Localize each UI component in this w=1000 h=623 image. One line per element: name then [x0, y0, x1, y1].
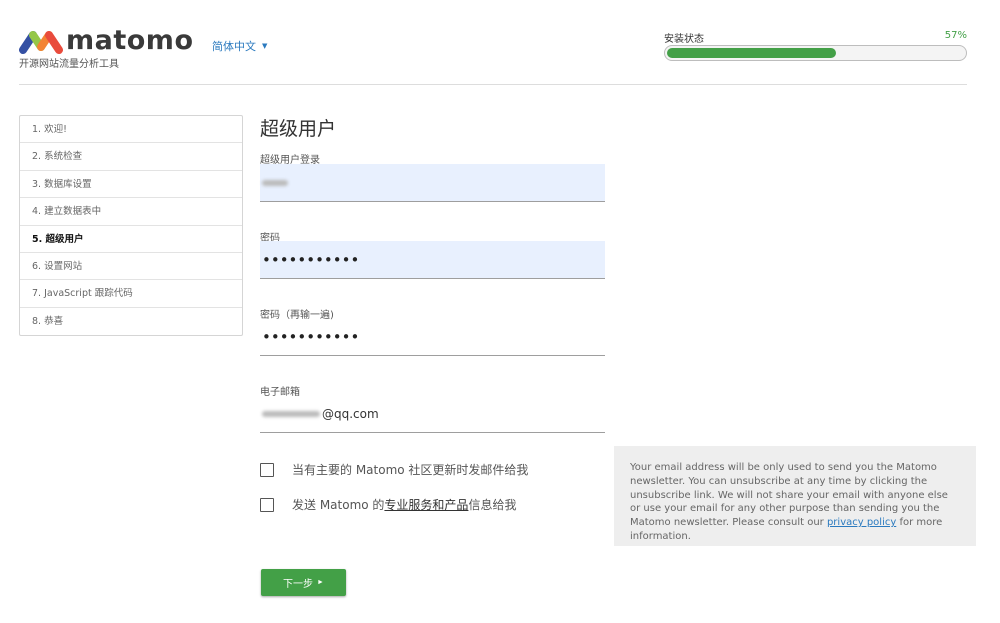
arrow-right-icon: ►: [317, 579, 324, 586]
redacted-login-value: [262, 179, 288, 186]
install-step-8: 8. 恭喜: [32, 315, 64, 327]
language-label: 简体中文: [212, 40, 256, 53]
install-step-1: 1. 欢迎!: [20, 116, 242, 144]
progress-percent: 57%: [944, 30, 967, 41]
progress-bar: [664, 45, 967, 61]
email-domain: @qq.com: [322, 406, 379, 421]
email-input[interactable]: @qq.com: [260, 395, 605, 433]
password-value: •••••••••••: [262, 250, 360, 269]
install-step-7: 7. JavaScript 跟踪代码: [20, 280, 242, 308]
install-step-5: 5. 超级用户: [20, 226, 242, 253]
install-steps-list: 1. 欢迎! 2. 系统检查 3. 数据库设置 4. 建立数据表中 5. 超级用户 6. …: [19, 115, 243, 337]
matomo-logo: matomo: [19, 25, 194, 56]
install-step-6: 6. 设置网站: [20, 253, 242, 281]
redacted-email-local: [262, 410, 320, 417]
brand-tagline: 开源网站流量分析工具: [19, 59, 119, 70]
next-button-label: 下一步: [283, 579, 314, 590]
password-repeat-value: •••••••••••: [262, 327, 360, 346]
brand-name: matomo: [66, 25, 194, 56]
install-step-3: 3. 数据库设置: [20, 171, 242, 199]
page-title: 超级用户: [260, 118, 337, 140]
chevron-down-icon: ▼: [262, 42, 268, 50]
services-option[interactable]: 发送 Matomo 的 专业服务和产品 信息给我: [260, 496, 516, 513]
installer-page: matomo 开源网站流量分析工具 简体中文 ▼ 安装状态 57% 1. 欢迎!…: [0, 0, 1000, 623]
services-checkbox[interactable]: [260, 497, 274, 512]
next-button[interactable]: 下一步 ►: [261, 569, 346, 596]
privacy-notice: Your email address will be only used to …: [614, 446, 976, 546]
progress-bar-fill: [667, 48, 837, 58]
services-label-suffix: 信息给我: [468, 498, 517, 512]
privacy-policy-link[interactable]: privacy policy: [827, 517, 896, 528]
password-input[interactable]: •••••••••••: [260, 241, 605, 279]
newsletter-option[interactable]: 当有主要的 Matomo 社区更新时发邮件给我: [260, 461, 528, 478]
newsletter-checkbox-label: 当有主要的 Matomo 社区更新时发邮件给我: [292, 463, 529, 477]
password-repeat-input[interactable]: •••••••••••: [260, 318, 605, 356]
login-input[interactable]: [260, 164, 605, 202]
install-step-2: 2. 系统检查: [20, 143, 242, 171]
services-link[interactable]: 专业服务和产品: [384, 496, 468, 513]
progress-label: 安装状态: [664, 34, 704, 45]
matomo-logo-icon: [19, 31, 63, 54]
newsletter-checkbox[interactable]: [260, 462, 274, 477]
header-divider: [19, 84, 967, 85]
services-label-prefix: 发送 Matomo 的: [292, 498, 385, 512]
install-step-4: 4. 建立数据表中: [20, 198, 242, 226]
language-selector[interactable]: 简体中文 ▼: [212, 38, 267, 54]
